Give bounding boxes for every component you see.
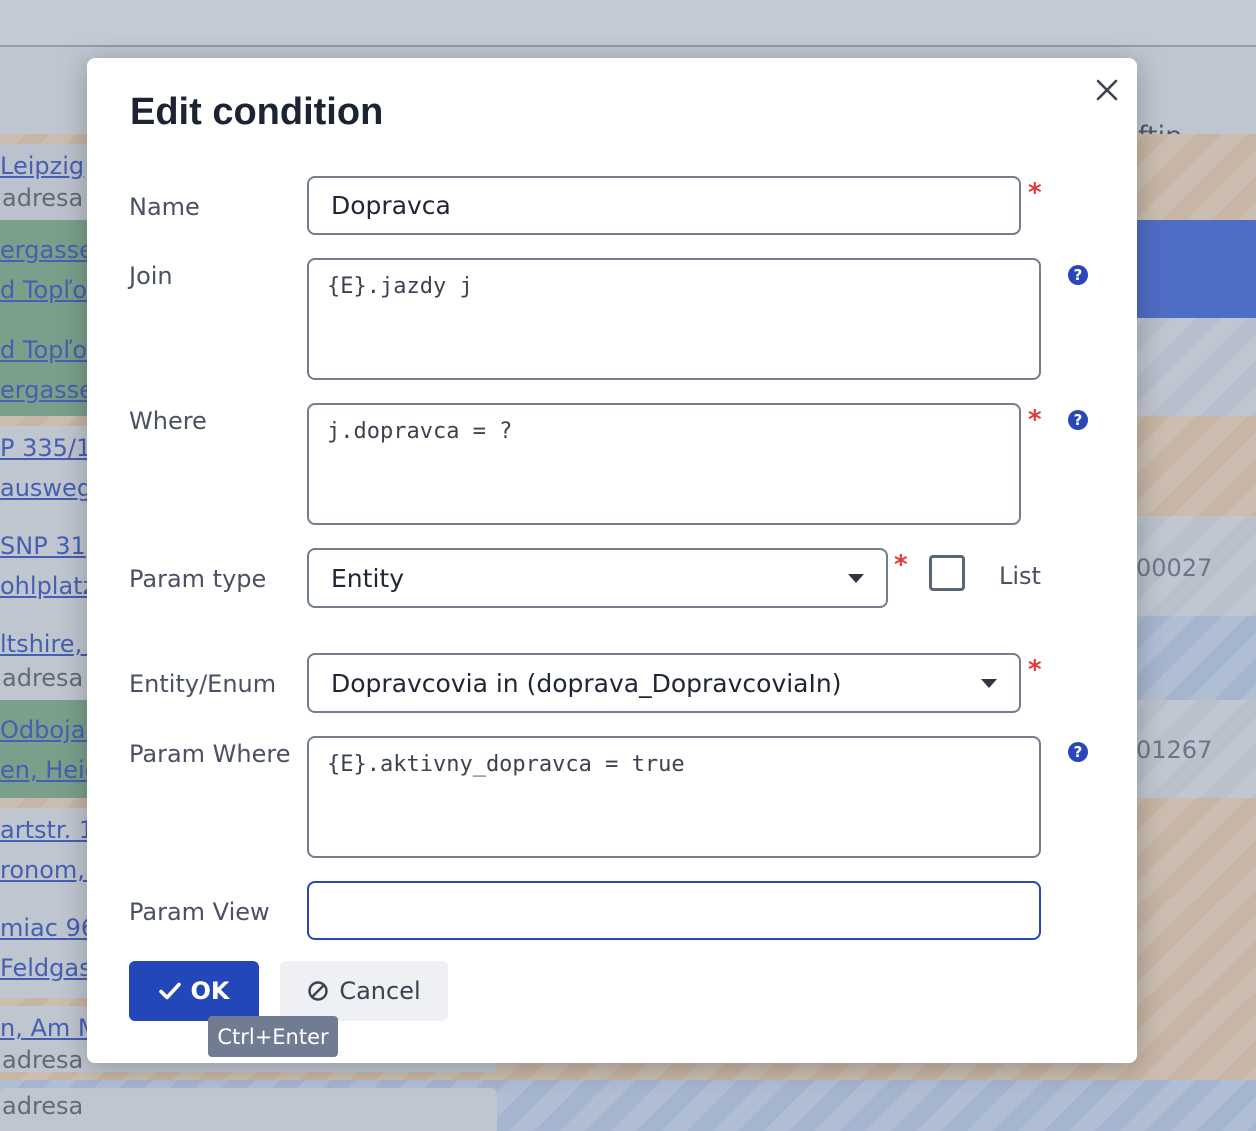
required-marker: * [894,550,908,580]
entity-enum-value: Dopravcovia in (doprava_DopravcoviaIn) [331,668,842,698]
required-marker: * [1028,655,1042,685]
param-where-label: Param Where [129,740,291,768]
where-textarea[interactable]: j.dopravca = ? [307,403,1021,525]
check-icon [158,982,181,1000]
close-button[interactable] [1092,72,1122,106]
name-label: Name [129,193,200,221]
chevron-down-icon [981,679,997,688]
edit-condition-dialog: Edit condition Name Dopravca * Join {E}.… [87,58,1137,1063]
close-icon [1096,79,1118,101]
list-checkbox[interactable] [929,555,965,591]
list-label: List [999,562,1041,590]
param-type-value: Entity [331,563,404,593]
cancel-button[interactable]: Cancel [280,961,448,1021]
ok-button[interactable]: OK [129,961,259,1021]
name-value: Dopravca [331,191,451,220]
where-label: Where [129,407,207,435]
help-icon[interactable]: ? [1068,742,1088,762]
param-type-select[interactable]: Entity [307,548,888,608]
join-textarea[interactable]: {E}.jazdy j [307,258,1041,380]
param-type-label: Param type [129,565,267,593]
entity-enum-label: Entity/Enum [129,670,277,698]
shortcut-tooltip: Ctrl+Enter [208,1016,338,1057]
param-view-input[interactable] [307,881,1041,940]
dialog-title: Edit condition [130,91,384,133]
required-marker: * [1028,178,1042,208]
join-label: Join [129,262,173,290]
help-icon[interactable]: ? [1068,410,1088,430]
ok-label: OK [190,977,230,1005]
name-input[interactable]: Dopravca [307,176,1021,235]
param-where-textarea[interactable]: {E}.aktivny_dopravca = true [307,736,1041,858]
ban-icon [308,981,329,1001]
chevron-down-icon [848,574,864,583]
param-view-label: Param View [129,898,270,926]
entity-enum-select[interactable]: Dopravcovia in (doprava_DopravcoviaIn) [307,653,1021,713]
cancel-label: Cancel [339,977,421,1005]
required-marker: * [1028,405,1042,435]
help-icon[interactable]: ? [1068,265,1088,285]
